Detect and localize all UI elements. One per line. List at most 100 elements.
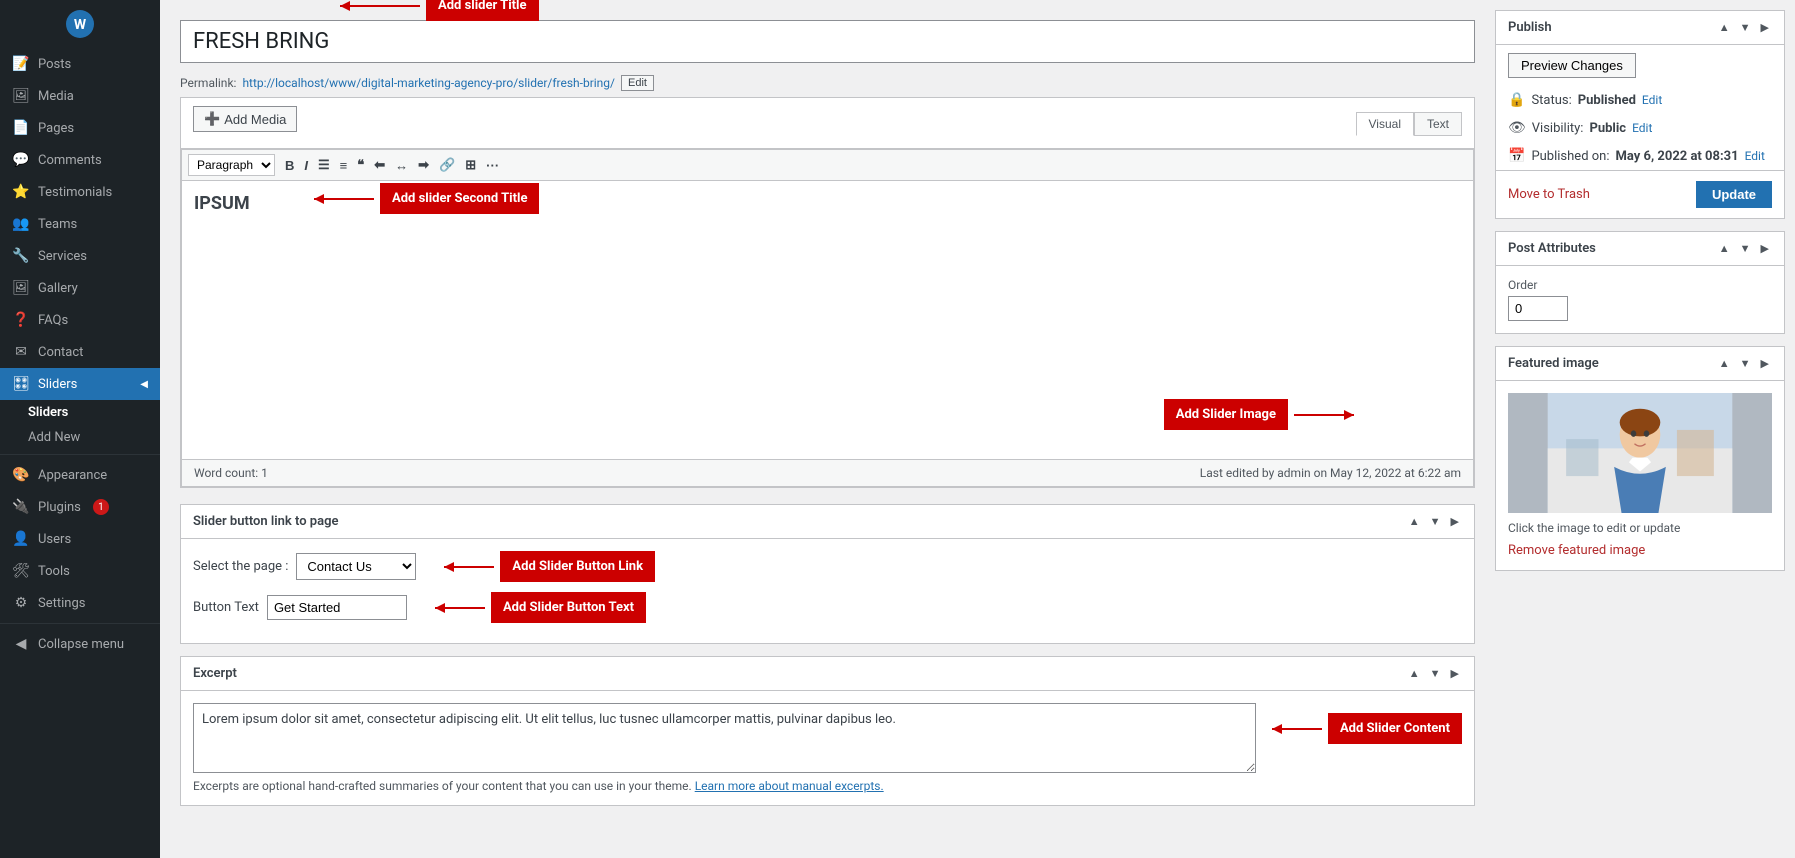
users-icon: 👤 bbox=[12, 531, 30, 547]
sidebar-item-comments[interactable]: 💬 Comments bbox=[0, 144, 160, 176]
featured-image-header: Featured image ▲ ▼ ▶ bbox=[1496, 347, 1784, 381]
excerpt-up-button[interactable]: ▲ bbox=[1406, 665, 1423, 682]
post-attrs-up[interactable]: ▲ bbox=[1716, 240, 1733, 257]
publish-close-button[interactable]: ▶ bbox=[1758, 19, 1772, 36]
slider-button-panel: Slider button link to page ▲ ▼ ▶ Select … bbox=[180, 504, 1475, 644]
editor-footer: Word count: 1 Last edited by admin on Ma… bbox=[181, 460, 1474, 487]
preview-changes-button[interactable]: Preview Changes bbox=[1508, 53, 1636, 78]
appearance-icon: 🎨 bbox=[12, 467, 30, 483]
align-left-button[interactable]: ⬅ bbox=[370, 155, 389, 175]
featured-image-thumbnail[interactable] bbox=[1508, 393, 1772, 513]
post-attrs-close[interactable]: ▶ bbox=[1758, 240, 1772, 257]
align-right-button[interactable]: ➡ bbox=[414, 155, 433, 175]
featured-img-down[interactable]: ▼ bbox=[1737, 355, 1754, 372]
button-text-input[interactable] bbox=[267, 595, 407, 620]
editor-area[interactable]: IPSUM Add slider Second Title bbox=[181, 180, 1474, 460]
sidebar-item-appearance[interactable]: 🎨 Appearance bbox=[0, 459, 160, 491]
sidebar-item-pages[interactable]: 📄 Pages bbox=[0, 112, 160, 144]
sidebar-item-faqs[interactable]: ❓ FAQs bbox=[0, 304, 160, 336]
sidebar-divider-2 bbox=[0, 623, 160, 624]
visibility-row: 👁 Visibility: Public Edit bbox=[1496, 114, 1784, 142]
ol-button[interactable]: ≡ bbox=[336, 156, 352, 175]
more-button[interactable]: ··· bbox=[482, 156, 503, 175]
blockquote-button[interactable]: ❝ bbox=[353, 155, 368, 175]
panel-down-button[interactable]: ▼ bbox=[1427, 513, 1444, 530]
sidebar-item-media[interactable]: 🖼 Media bbox=[0, 80, 160, 112]
settings-icon: ⚙ bbox=[12, 595, 30, 611]
slider-button-panel-body: Select the page : Contact Us Home About … bbox=[181, 539, 1474, 643]
sidebar-item-sliders[interactable]: 🎛 Sliders ◀ bbox=[0, 368, 160, 400]
wp-logo: W bbox=[0, 4, 160, 44]
update-button[interactable]: Update bbox=[1696, 181, 1772, 208]
excerpt-close-button[interactable]: ▶ bbox=[1448, 665, 1462, 682]
permalink-link[interactable]: http://localhost/www/digital-marketing-a… bbox=[242, 76, 615, 90]
word-count: Word count: 1 bbox=[194, 466, 268, 480]
sidebar-item-testimonials[interactable]: ⭐ Testimonials bbox=[0, 176, 160, 208]
annotation-second-title: Add slider Second Title bbox=[380, 183, 539, 214]
svg-text:W: W bbox=[74, 17, 87, 33]
calendar-icon: 📅 bbox=[1508, 148, 1525, 164]
italic-button[interactable]: I bbox=[300, 156, 312, 175]
editor-toolbar: Paragraph B I ☰ ≡ ❝ ⬅ ↔ ➡ 🔗 ⊞ ··· bbox=[181, 149, 1474, 180]
editor-tabs: Visual Text bbox=[1356, 112, 1462, 136]
page-select[interactable]: Contact Us Home About Services bbox=[296, 553, 416, 580]
status-icon: 🔒 bbox=[1508, 92, 1525, 108]
media-icon: 🖼 bbox=[12, 88, 30, 104]
bold-button[interactable]: B bbox=[281, 156, 298, 175]
publish-up-button[interactable]: ▲ bbox=[1716, 19, 1733, 36]
featured-image-hint: Click the image to edit or update bbox=[1508, 521, 1772, 535]
status-row: 🔒 Status: Published Edit bbox=[1496, 86, 1784, 114]
remove-featured-image-link[interactable]: Remove featured image bbox=[1508, 543, 1772, 558]
sidebar-item-services[interactable]: 🔧 Services bbox=[0, 240, 160, 272]
excerpt-learn-more[interactable]: Learn more about manual excerpts. bbox=[695, 779, 884, 793]
publish-panel: Publish ▲ ▼ ▶ Preview Changes 🔒 Status: … bbox=[1495, 10, 1785, 219]
testimonials-icon: ⭐ bbox=[12, 184, 30, 200]
sidebar-subitem-sliders[interactable]: Sliders bbox=[0, 400, 160, 425]
visibility-edit-link[interactable]: Edit bbox=[1632, 121, 1652, 135]
collapse-icon: ◀ bbox=[12, 636, 30, 652]
table-button[interactable]: ⊞ bbox=[461, 155, 480, 175]
sidebar-item-tools[interactable]: 🛠 Tools bbox=[0, 555, 160, 587]
page-select-row: Select the page : Contact Us Home About … bbox=[193, 551, 1462, 582]
sidebar-item-collapse[interactable]: ◀ Collapse menu bbox=[0, 628, 160, 660]
published-edit-link[interactable]: Edit bbox=[1745, 149, 1765, 163]
add-media-button[interactable]: ➕ Add Media bbox=[193, 106, 297, 132]
ul-button[interactable]: ☰ bbox=[314, 155, 334, 175]
services-icon: 🔧 bbox=[12, 248, 30, 264]
featured-img-close[interactable]: ▶ bbox=[1758, 355, 1772, 372]
tab-visual[interactable]: Visual bbox=[1356, 112, 1414, 136]
button-text-label: Button Text bbox=[193, 600, 259, 615]
status-edit-link[interactable]: Edit bbox=[1642, 93, 1662, 107]
right-sidebar: Publish ▲ ▼ ▶ Preview Changes 🔒 Status: … bbox=[1495, 0, 1795, 858]
slider-title-input[interactable]: FRESH BRING bbox=[180, 20, 1475, 63]
align-center-button[interactable]: ↔ bbox=[391, 156, 412, 175]
paragraph-select[interactable]: Paragraph bbox=[188, 154, 275, 176]
slider-button-panel-header: Slider button link to page ▲ ▼ ▶ bbox=[181, 505, 1474, 539]
panel-up-button[interactable]: ▲ bbox=[1406, 513, 1423, 530]
post-attrs-down[interactable]: ▼ bbox=[1737, 240, 1754, 257]
order-input[interactable] bbox=[1508, 296, 1568, 321]
panel-close-button[interactable]: ▶ bbox=[1448, 513, 1462, 530]
sidebar-item-plugins[interactable]: 🔌 Plugins 1 bbox=[0, 491, 160, 523]
sidebar-item-settings[interactable]: ⚙ Settings bbox=[0, 587, 160, 619]
excerpt-textarea[interactable]: Lorem ipsum dolor sit amet, consectetur … bbox=[193, 703, 1256, 773]
tab-text[interactable]: Text bbox=[1414, 112, 1462, 136]
permalink-edit-button[interactable]: Edit bbox=[621, 75, 654, 91]
publish-down-button[interactable]: ▼ bbox=[1737, 19, 1754, 36]
sidebar-item-contact[interactable]: ✉ Contact bbox=[0, 336, 160, 368]
link-button[interactable]: 🔗 bbox=[435, 155, 459, 175]
sidebar-subitem-add-new[interactable]: Add New bbox=[0, 425, 160, 450]
editor-content: IPSUM bbox=[194, 193, 250, 214]
featured-img-controls: ▲ ▼ ▶ bbox=[1716, 355, 1772, 372]
move-to-trash-link[interactable]: Move to Trash bbox=[1508, 187, 1590, 202]
sliders-icon: 🎛 bbox=[12, 376, 30, 392]
excerpt-panel-body: Lorem ipsum dolor sit amet, consectetur … bbox=[181, 691, 1474, 805]
sidebar-item-posts[interactable]: 📝 Posts bbox=[0, 48, 160, 80]
select-page-label: Select the page : bbox=[193, 559, 288, 574]
excerpt-down-button[interactable]: ▼ bbox=[1427, 665, 1444, 682]
sidebar-item-users[interactable]: 👤 Users bbox=[0, 523, 160, 555]
permalink-row: Permalink: http://localhost/www/digital-… bbox=[180, 69, 1475, 97]
sidebar-item-gallery[interactable]: 🖼 Gallery bbox=[0, 272, 160, 304]
featured-img-up[interactable]: ▲ bbox=[1716, 355, 1733, 372]
sidebar-item-teams[interactable]: 👥 Teams bbox=[0, 208, 160, 240]
